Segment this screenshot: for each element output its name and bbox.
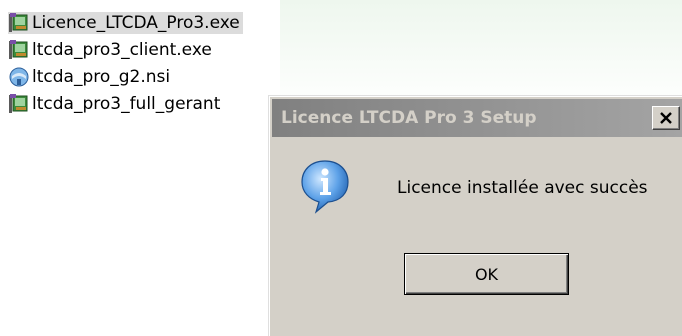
installer-exe-icon [9,94,28,113]
info-icon [301,160,349,214]
file-label: Licence_LTCDA_Pro3.exe [32,13,240,33]
close-button[interactable] [652,106,680,130]
file-item-licence-exe[interactable]: Licence_LTCDA_Pro3.exe [8,12,243,34]
dialog-titlebar[interactable]: Licence LTCDA Pro 3 Setup [272,99,682,137]
ok-button[interactable]: OK [404,253,569,295]
file-item-full-gerant[interactable]: ltcda_pro3_full_gerant [8,93,223,115]
nsis-script-icon [9,67,29,87]
file-item-nsi[interactable]: ltcda_pro_g2.nsi [8,66,173,88]
setup-dialog: Licence LTCDA Pro 3 Setup Licence instal… [268,95,682,336]
installer-exe-icon [9,40,28,59]
file-label: ltcda_pro3_full_gerant [32,94,221,114]
file-label: ltcda_pro3_client.exe [32,40,212,60]
file-item-client-exe[interactable]: ltcda_pro3_client.exe [8,39,215,61]
installer-exe-icon [9,13,28,32]
dialog-title: Licence LTCDA Pro 3 Setup [281,108,537,128]
file-label: ltcda_pro_g2.nsi [32,67,171,87]
dialog-message: Licence installée avec succès [397,178,648,198]
desktop-background [280,0,682,110]
close-icon [660,112,672,124]
